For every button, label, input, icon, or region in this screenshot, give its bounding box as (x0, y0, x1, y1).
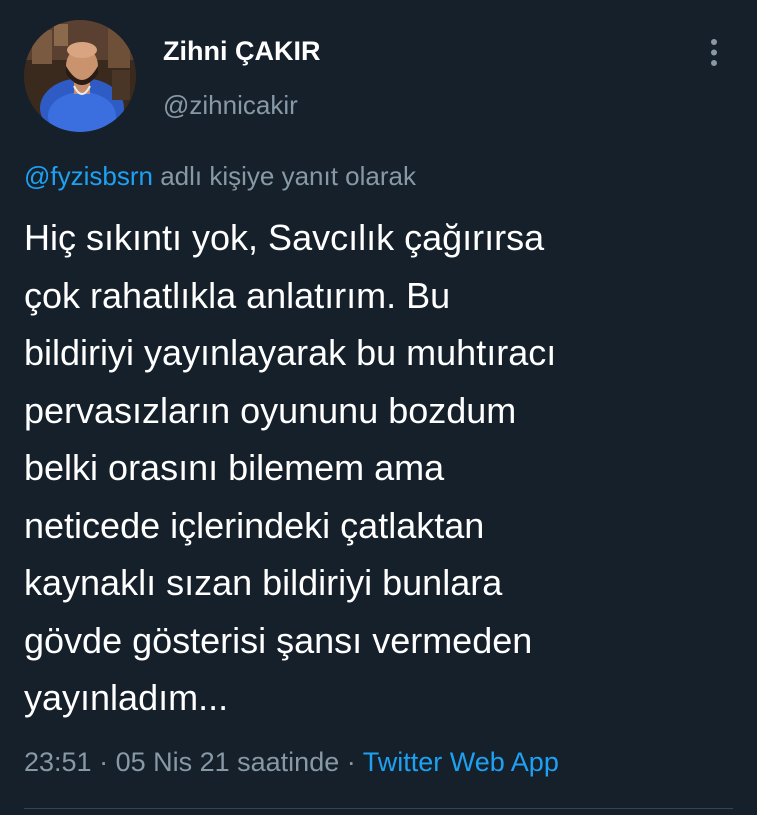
tweet-source-link[interactable]: Twitter Web App (363, 747, 559, 777)
tweet-date[interactable]: 05 Nis 21 saatinde (116, 747, 340, 777)
avatar-photo (24, 20, 136, 132)
tweet-text-line: kaynaklı sızan bildiriyi bunlara (24, 562, 503, 603)
tweet-time[interactable]: 23:51 (24, 747, 92, 777)
meta-separator: · (339, 747, 363, 777)
author-display-name[interactable]: Zihni ÇAKIR (163, 33, 320, 69)
reply-mention-link[interactable]: @fyzisbsrn (24, 161, 153, 191)
tweet-text-line: neticede içlerindeki çatlaktan (24, 504, 485, 546)
author-handle[interactable]: @zihnicakir (163, 87, 298, 123)
tweet-text-line: belki orasını bilemem ama (24, 447, 445, 488)
avatar[interactable] (24, 20, 136, 132)
tweet-text-line: bildiriyi yayınlayarak bu muhtıracı (24, 332, 557, 373)
tweet-text-line: yayınladım... (24, 677, 229, 718)
tweet-text-line: pervasızların oyununu bozdum (24, 389, 517, 431)
tweet-metadata: 23:51 · 05 Nis 21 saatinde · Twitter Web… (24, 744, 559, 780)
tweet-text: Hiç sıkıntı yok, Savcılık çağırırsa çok … (24, 209, 739, 727)
tweet-text-line: gövde gösterisi şansı vermeden (24, 619, 533, 661)
more-options-button[interactable] (702, 36, 726, 72)
meta-separator: · (91, 747, 116, 777)
reply-context: @fyzisbsrn adlı kişiye yanıt olarak (24, 158, 416, 194)
tweet-text-line: Hiç sıkıntı yok, Savcılık çağırırsa (24, 217, 545, 258)
divider (24, 808, 733, 809)
tweet-text-line: çok rahatlıkla anlatırım. Bu (24, 274, 451, 316)
reply-suffix: adlı kişiye yanıt olarak (152, 161, 416, 191)
more-vertical-icon (711, 39, 717, 66)
tweet-detail: Zihni ÇAKIR @zihnicakir @fyzisbsrn adlı … (0, 0, 757, 815)
